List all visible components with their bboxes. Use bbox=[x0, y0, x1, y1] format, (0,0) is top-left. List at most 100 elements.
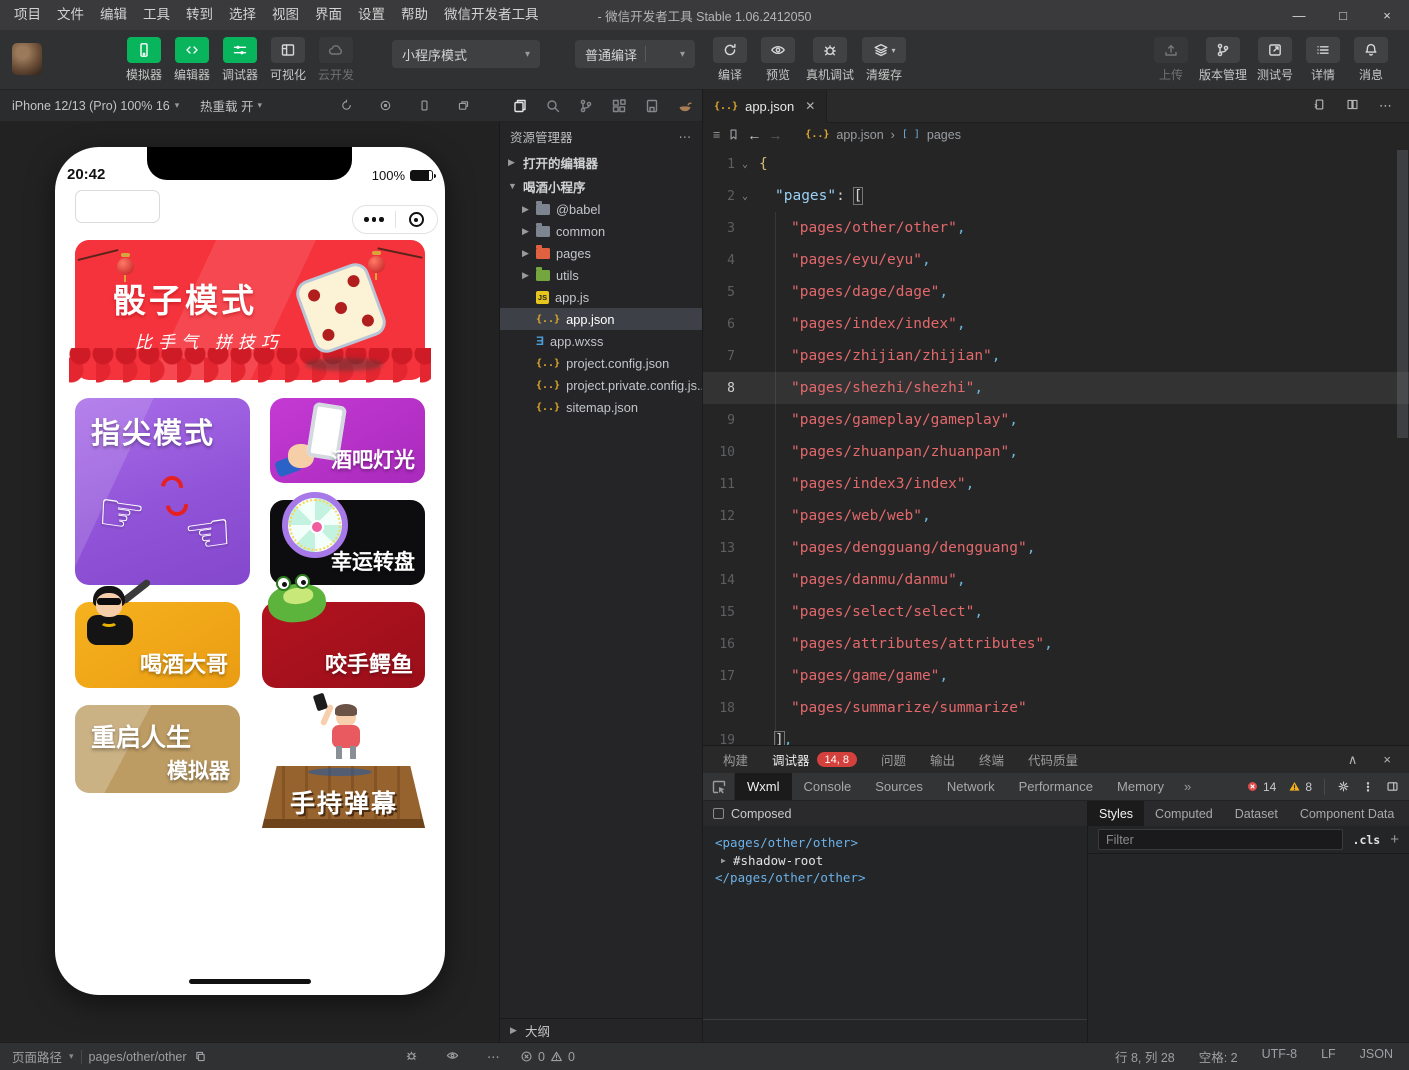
maximize-button[interactable]: □ bbox=[1321, 0, 1365, 30]
float-window-icon[interactable] bbox=[457, 99, 470, 112]
breadcrumb-node[interactable]: pages bbox=[927, 128, 961, 142]
styles-tab-Styles[interactable]: Styles bbox=[1088, 801, 1144, 826]
record-icon[interactable] bbox=[379, 99, 392, 112]
toolbar-button-可视化[interactable]: 可视化 bbox=[264, 37, 312, 83]
tile-biting-crocodile[interactable]: 咬手鳄鱼 bbox=[262, 602, 425, 688]
code-line[interactable]: 15"pages/select/select", bbox=[703, 596, 1409, 628]
search-icon[interactable] bbox=[545, 98, 561, 114]
bookmark-icon[interactable] bbox=[727, 128, 740, 141]
code-line[interactable]: 4"pages/eyu/eyu", bbox=[703, 244, 1409, 276]
code-line[interactable]: 19], bbox=[703, 724, 1409, 745]
menu-item-转到[interactable]: 转到 bbox=[178, 0, 221, 30]
code-line[interactable]: 1⌄{ bbox=[703, 148, 1409, 180]
styles-tab-Component Data[interactable]: Component Data bbox=[1289, 801, 1406, 826]
debugger-tab-代码质量[interactable]: 代码质量 bbox=[1028, 750, 1078, 769]
file-row-app.js[interactable]: JSapp.js bbox=[500, 286, 702, 308]
toolbar-button-真机调试[interactable]: 真机调试 bbox=[802, 37, 858, 83]
menu-item-视图[interactable]: 视图 bbox=[264, 0, 307, 30]
menu-item-编辑[interactable]: 编辑 bbox=[92, 0, 135, 30]
cls-toggle[interactable]: .cls bbox=[1353, 833, 1381, 847]
collapse-panel-icon[interactable]: ∧ bbox=[1348, 752, 1358, 768]
banner-dice-mode[interactable]: 骰子模式 比手气 拼技巧 bbox=[75, 240, 425, 380]
toolbar-button-编译[interactable]: 编译 bbox=[706, 37, 754, 83]
code-line[interactable]: 7"pages/zhijian/zhijian", bbox=[703, 340, 1409, 372]
page-path-value[interactable]: pages/other/other bbox=[89, 1050, 187, 1064]
copy-icon[interactable] bbox=[194, 1050, 207, 1063]
devtools-tab-Performance[interactable]: Performance bbox=[1007, 773, 1105, 800]
tile-lucky-wheel[interactable]: 幸运转盘 bbox=[270, 500, 425, 585]
toolbar-button-模拟器[interactable]: 模拟器 bbox=[120, 37, 168, 83]
user-avatar[interactable] bbox=[12, 43, 42, 75]
code-line[interactable]: 6"pages/index/index", bbox=[703, 308, 1409, 340]
code-line[interactable]: 16"pages/attributes/attributes", bbox=[703, 628, 1409, 660]
code-line[interactable]: 11"pages/index3/index", bbox=[703, 468, 1409, 500]
files-icon[interactable] bbox=[512, 98, 528, 114]
code-line[interactable]: 17"pages/game/game", bbox=[703, 660, 1409, 692]
more-actions-icon[interactable]: ⋯ bbox=[1379, 98, 1393, 114]
portrait-icon[interactable] bbox=[418, 99, 431, 112]
file-row-pages[interactable]: ▶pages bbox=[500, 242, 702, 264]
wxml-close-tag[interactable]: </pages/other/other> bbox=[715, 869, 1087, 887]
code-line[interactable]: 14"pages/danmu/danmu", bbox=[703, 564, 1409, 596]
toolbar-button-上传[interactable]: 上传 bbox=[1147, 37, 1195, 83]
more-actions-icon[interactable]: ⋯ bbox=[487, 1049, 501, 1064]
file-row-app.json[interactable]: {..}app.json bbox=[500, 308, 702, 330]
preview-toggle-icon[interactable] bbox=[446, 1049, 459, 1064]
close-tab-icon[interactable]: ✕ bbox=[805, 99, 815, 113]
kebab-menu-icon[interactable]: ⋮ bbox=[1362, 780, 1374, 794]
indentation-setting[interactable]: 空格: 2 bbox=[1199, 1047, 1238, 1066]
forward-icon[interactable]: → bbox=[768, 127, 782, 143]
styles-tab-Computed[interactable]: Computed bbox=[1144, 801, 1224, 826]
devtools-tab-Console[interactable]: Console bbox=[792, 773, 864, 800]
devtools-tab-Wxml[interactable]: Wxml bbox=[735, 773, 792, 800]
inspect-element-icon[interactable] bbox=[703, 773, 735, 800]
tile-handheld-danmaku[interactable]: 手持弹幕 bbox=[262, 700, 425, 828]
menu-item-项目[interactable]: 项目 bbox=[6, 0, 49, 30]
toolbar-button-编辑器[interactable]: 编辑器 bbox=[168, 37, 216, 83]
file-row-app.wxss[interactable]: Ǝapp.wxss bbox=[500, 330, 702, 352]
menu-item-微信开发者工具[interactable]: 微信开发者工具 bbox=[436, 0, 547, 30]
section-project-root[interactable]: ▼ 喝酒小程序 bbox=[500, 174, 702, 198]
fold-icon[interactable]: ⌄ bbox=[735, 159, 755, 170]
more-actions-icon[interactable]: ⋯ bbox=[679, 129, 693, 144]
device-select[interactable]: iPhone 12/13 (Pro) 100% 16▾ bbox=[0, 99, 179, 113]
tile-bar-light[interactable]: 酒吧灯光 bbox=[270, 398, 425, 483]
file-row-utils[interactable]: ▶utils bbox=[500, 264, 702, 286]
menu-item-设置[interactable]: 设置 bbox=[350, 0, 393, 30]
gear-icon[interactable] bbox=[1337, 780, 1350, 793]
minimize-button[interactable]: — bbox=[1277, 0, 1321, 30]
code-line[interactable]: 3"pages/other/other", bbox=[703, 212, 1409, 244]
wxml-open-tag[interactable]: <pages/other/other> bbox=[715, 834, 1087, 852]
code-line[interactable]: 13"pages/dengguang/dengguang", bbox=[703, 532, 1409, 564]
code-editor[interactable]: 1⌄{2⌄"pages": [3"pages/other/other",4"pa… bbox=[703, 146, 1409, 745]
devtools-tab-Sources[interactable]: Sources bbox=[863, 773, 935, 800]
toolbar-button-详情[interactable]: 详情 bbox=[1299, 37, 1347, 83]
rotate-icon[interactable] bbox=[340, 99, 353, 112]
fold-icon[interactable]: ⌄ bbox=[735, 191, 755, 202]
nav-placeholder[interactable] bbox=[75, 190, 160, 223]
styles-tab-Dataset[interactable]: Dataset bbox=[1224, 801, 1289, 826]
close-button[interactable]: × bbox=[1365, 0, 1409, 30]
toolbar-button-版本管理[interactable]: 版本管理 bbox=[1195, 37, 1251, 83]
tile-restart-life[interactable]: 重启人生 模拟器 bbox=[75, 705, 240, 793]
section-outline[interactable]: ▶ 大纲 bbox=[500, 1018, 702, 1042]
tile-drinking-bro[interactable]: 喝酒大哥 bbox=[75, 602, 240, 688]
toolbar-button-测试号[interactable]: 测试号 bbox=[1251, 37, 1299, 83]
file-row-@babel[interactable]: ▶@babel bbox=[500, 198, 702, 220]
section-open-editors[interactable]: ▶ 打开的编辑器 bbox=[500, 150, 702, 174]
code-line[interactable]: 18"pages/summarize/summarize" bbox=[703, 692, 1409, 724]
code-line[interactable]: 10"pages/zhuanpan/zhuanpan", bbox=[703, 436, 1409, 468]
file-row-project.config.json[interactable]: {..}project.config.json bbox=[500, 352, 702, 374]
breadcrumb-file[interactable]: app.json bbox=[836, 128, 883, 142]
extensions-icon[interactable] bbox=[611, 98, 627, 114]
source-control-icon[interactable] bbox=[578, 98, 594, 114]
file-row-common[interactable]: ▶common bbox=[500, 220, 702, 242]
split-editor-icon[interactable] bbox=[1346, 98, 1359, 114]
devtools-tab-Network[interactable]: Network bbox=[935, 773, 1007, 800]
add-style-icon[interactable]: + bbox=[1390, 831, 1399, 848]
code-line[interactable]: 8"pages/shezhi/shezhi", bbox=[703, 372, 1409, 404]
page-path-label[interactable]: 页面路径 bbox=[12, 1047, 62, 1066]
toolbar-button-消息[interactable]: 消息 bbox=[1347, 37, 1395, 83]
hot-reload-toggle[interactable]: 热重载 开▾ bbox=[200, 96, 262, 115]
run-file-icon[interactable] bbox=[1313, 98, 1326, 114]
